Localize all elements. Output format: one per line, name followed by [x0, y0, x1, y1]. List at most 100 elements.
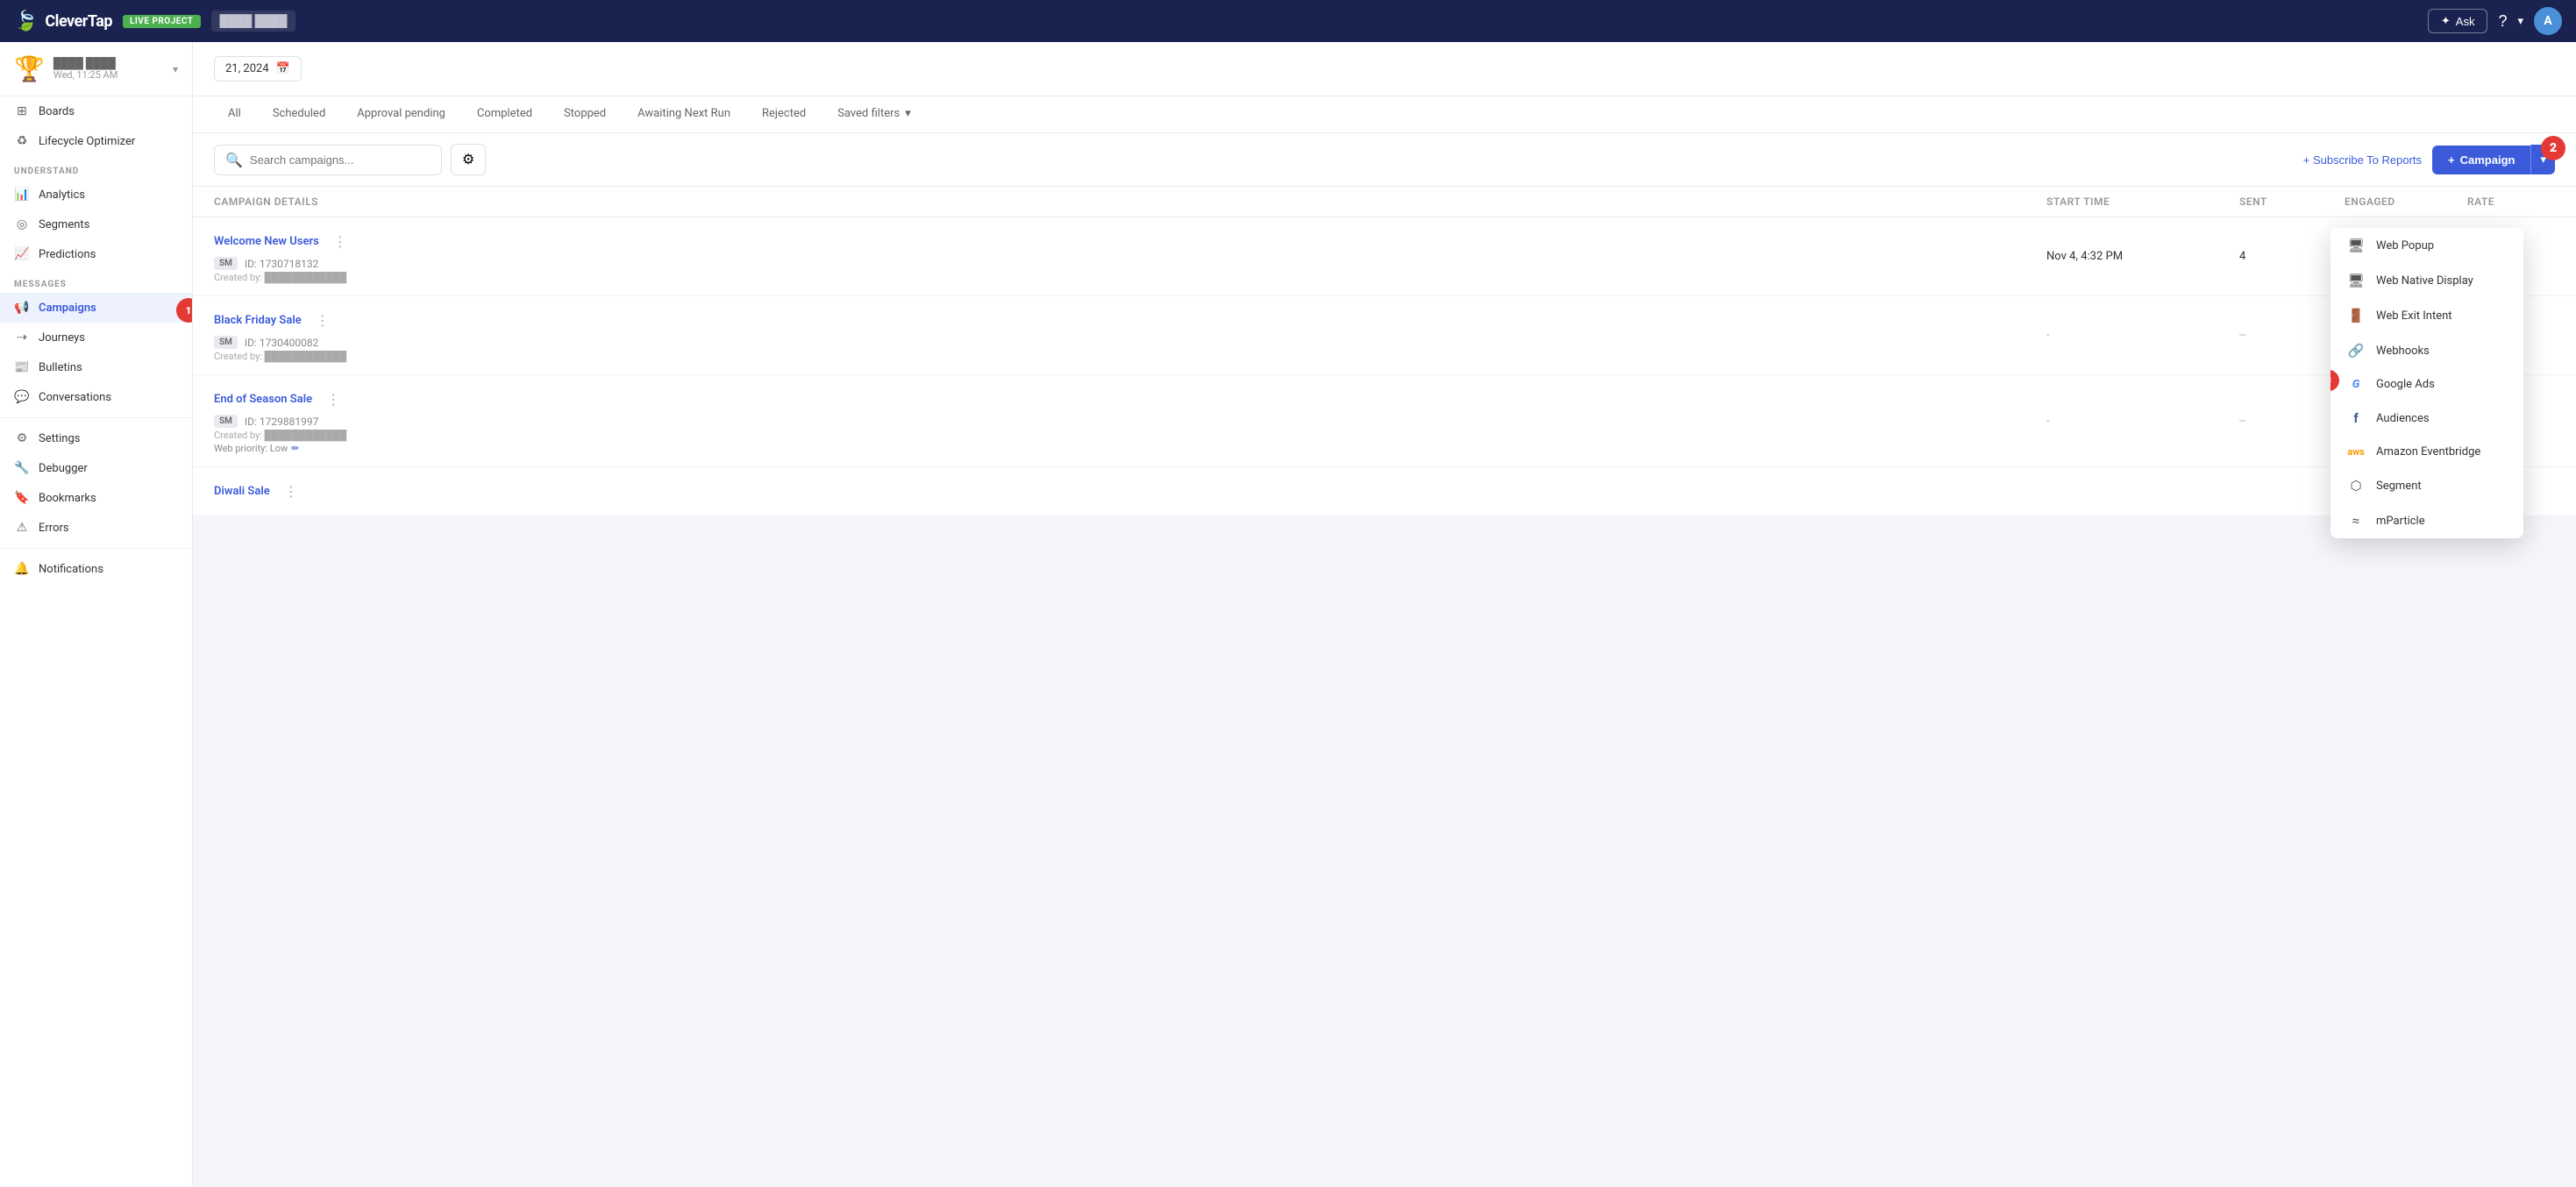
sidebar-item-campaigns[interactable]: 📢 Campaigns 1 [0, 293, 192, 323]
sidebar-item-bookmarks[interactable]: 🔖 Bookmarks [0, 483, 192, 513]
dropdown-item-web-popup[interactable]: 🖥 Web Popup [2330, 228, 2523, 263]
sidebar-item-predictions[interactable]: 📈 Predictions [0, 239, 192, 269]
badge-2: 2 [2541, 136, 2565, 160]
sidebar-item-bulletins[interactable]: 📰 Bulletins [0, 352, 192, 382]
tab-awaiting[interactable]: Awaiting Next Run [623, 96, 744, 132]
profile-icon: 🏆 [14, 54, 45, 83]
dropdown-item-label: Webhooks [2376, 345, 2430, 358]
campaign-name[interactable]: Welcome New Users [214, 235, 319, 248]
help-button[interactable]: ? [2498, 12, 2507, 31]
more-options-button[interactable]: ⋮ [319, 387, 347, 411]
dropdown-item-audiences[interactable]: f Audiences [2330, 401, 2523, 436]
sidebar-item-journeys[interactable]: ⇢ Journeys [0, 323, 192, 352]
campaign-main-button[interactable]: + Campaign [2432, 146, 2530, 174]
table-header: Campaign Details Start Time Sent Engaged… [193, 187, 2576, 217]
sidebar-item-label: Analytics [39, 188, 85, 202]
debugger-icon: 🔧 [14, 461, 30, 475]
analytics-icon: 📊 [14, 188, 30, 202]
tab-stopped[interactable]: Stopped [550, 96, 620, 132]
campaign-name-row: Black Friday Sale ⋮ [214, 309, 2046, 332]
campaign-name-row: Welcome New Users ⋮ [214, 230, 2046, 253]
live-badge: LIVE PROJECT [123, 15, 201, 28]
filter-button[interactable]: ⚙ [451, 144, 486, 175]
badge-1: 1 [176, 298, 193, 323]
dropdown-item-label: Segment [2376, 480, 2422, 493]
settings-icon: ⚙ [14, 431, 30, 445]
sidebar-item-segments[interactable]: ◎ Segments [0, 210, 192, 239]
sidebar-item-lifecycle[interactable]: ♻ Lifecycle Optimizer [0, 126, 192, 156]
sidebar-item-notifications[interactable]: 🔔 Notifications [0, 554, 192, 584]
campaign-created: Created by: ████████████ [214, 430, 2046, 441]
campaign-details-cell: Welcome New Users ⋮ SM ID: 1730718132 Cr… [214, 230, 2046, 283]
sidebar-profile[interactable]: 🏆 ████ ████ Wed, 11:25 AM ▾ [0, 42, 192, 96]
sidebar-item-conversations[interactable]: 💬 Conversations [0, 382, 192, 412]
segments-icon: ◎ [14, 217, 30, 231]
campaigns-icon: 📢 [14, 301, 30, 315]
avatar[interactable]: A [2534, 7, 2562, 35]
dropdown-item-web-exit[interactable]: 🚪 Web Exit Intent [2330, 298, 2523, 333]
dropdown-item-label: Web Native Display [2376, 274, 2473, 288]
dropdown-item-label: mParticle [2376, 515, 2425, 528]
logo[interactable]: 🍃 CleverTap [14, 11, 112, 32]
sidebar-item-debugger[interactable]: 🔧 Debugger [0, 453, 192, 483]
tab-scheduled[interactable]: Scheduled [259, 96, 339, 132]
section-understand: UNDERSTAND [0, 156, 192, 180]
dropdown-item-amazon-eventbridge[interactable]: aws Amazon Eventbridge [2330, 436, 2523, 468]
section-messages: MESSAGES [0, 269, 192, 293]
sidebar-item-boards[interactable]: ⊞ Boards [0, 96, 192, 126]
dropdown-item-mparticle[interactable]: ≈ mParticle [2330, 503, 2523, 538]
sidebar-item-analytics[interactable]: 📊 Analytics [0, 180, 192, 210]
subscribe-button[interactable]: + Subscribe To Reports [2303, 153, 2422, 167]
date-label: 21, 2024 [225, 62, 269, 75]
profile-name: ████ ████ [53, 57, 164, 69]
more-options-button[interactable]: ⋮ [277, 480, 305, 503]
dropdown-item-label: Web Popup [2376, 239, 2434, 252]
sidebar-item-label: Predictions [39, 248, 96, 261]
top-navigation: 🍃 CleverTap LIVE PROJECT ████ ████ ✦ Ask… [0, 0, 2576, 42]
tab-approval[interactable]: Approval pending [343, 96, 459, 132]
toolbar-right: + Subscribe To Reports + Campaign ▾ 2 [2303, 145, 2555, 174]
dropdown-item-web-native[interactable]: 🖥 Web Native Display [2330, 263, 2523, 298]
main-content: 21, 2024 📅 All Scheduled Approval pendin… [193, 42, 2576, 1187]
edit-priority-icon[interactable]: ✏ [291, 443, 299, 454]
dropdown-item-webhooks[interactable]: 🔗 Webhooks [2330, 333, 2523, 368]
search-input[interactable] [250, 153, 425, 167]
sidebar-item-settings[interactable]: ⚙ Settings [0, 423, 192, 453]
chevron-down-icon[interactable]: ▾ [173, 63, 178, 75]
campaign-type-dropdown: 🖥 Web Popup 🖥 Web Native Display 🚪 Web E… [2330, 228, 2523, 538]
lifecycle-icon: ♻ [14, 134, 30, 148]
campaign-id: ID: 1729881997 [245, 416, 318, 428]
sidebar-item-label: Notifications [39, 563, 103, 576]
more-options-button[interactable]: ⋮ [326, 230, 354, 253]
campaign-name[interactable]: End of Season Sale [214, 393, 312, 406]
campaign-details-cell: Black Friday Sale ⋮ SM ID: 1730400082 Cr… [214, 309, 2046, 362]
dropdown-item-google-ads[interactable]: 3 G Google Ads [2330, 368, 2523, 401]
tab-completed[interactable]: Completed [463, 96, 546, 132]
tab-rejected[interactable]: Rejected [748, 96, 820, 132]
col-start-time: Start Time [2046, 195, 2239, 208]
amazon-icon: aws [2346, 446, 2366, 458]
campaign-meta: SM ID: 1730400082 [214, 336, 2046, 349]
sidebar-item-errors[interactable]: ⚠ Errors [0, 513, 192, 543]
tabs-bar: All Scheduled Approval pending Completed… [193, 96, 2576, 133]
nav-right: ✦ Ask ? ▾ A [2428, 7, 2562, 35]
sidebar-item-label: Lifecycle Optimizer [39, 135, 135, 148]
predictions-icon: 📈 [14, 247, 30, 261]
campaign-name[interactable]: Black Friday Sale [214, 314, 302, 327]
dropdown-item-segment[interactable]: ⬡ Segment [2330, 468, 2523, 503]
expand-button[interactable]: ▾ [2517, 14, 2523, 28]
search-box[interactable]: 🔍 [214, 145, 442, 175]
date-filter[interactable]: 21, 2024 📅 [214, 56, 302, 82]
dropdown-item-label: Amazon Eventbridge [2376, 445, 2480, 458]
web-popup-icon: 🖥 [2346, 238, 2366, 253]
campaign-priority: Web priority: Low ✏ [214, 443, 2046, 454]
ask-button[interactable]: ✦ Ask [2428, 9, 2488, 33]
tab-all[interactable]: All [214, 96, 255, 132]
more-options-button[interactable]: ⋮ [309, 309, 337, 332]
campaign-id: ID: 1730718132 [245, 258, 318, 270]
badge-3: 3 [2330, 370, 2339, 391]
campaign-table: Campaign Details Start Time Sent Engaged… [193, 187, 2576, 516]
campaign-name[interactable]: Diwali Sale [214, 485, 270, 498]
tab-saved-filters[interactable]: Saved filters ▾ [823, 96, 925, 132]
star-icon: ✦ [2441, 14, 2451, 28]
